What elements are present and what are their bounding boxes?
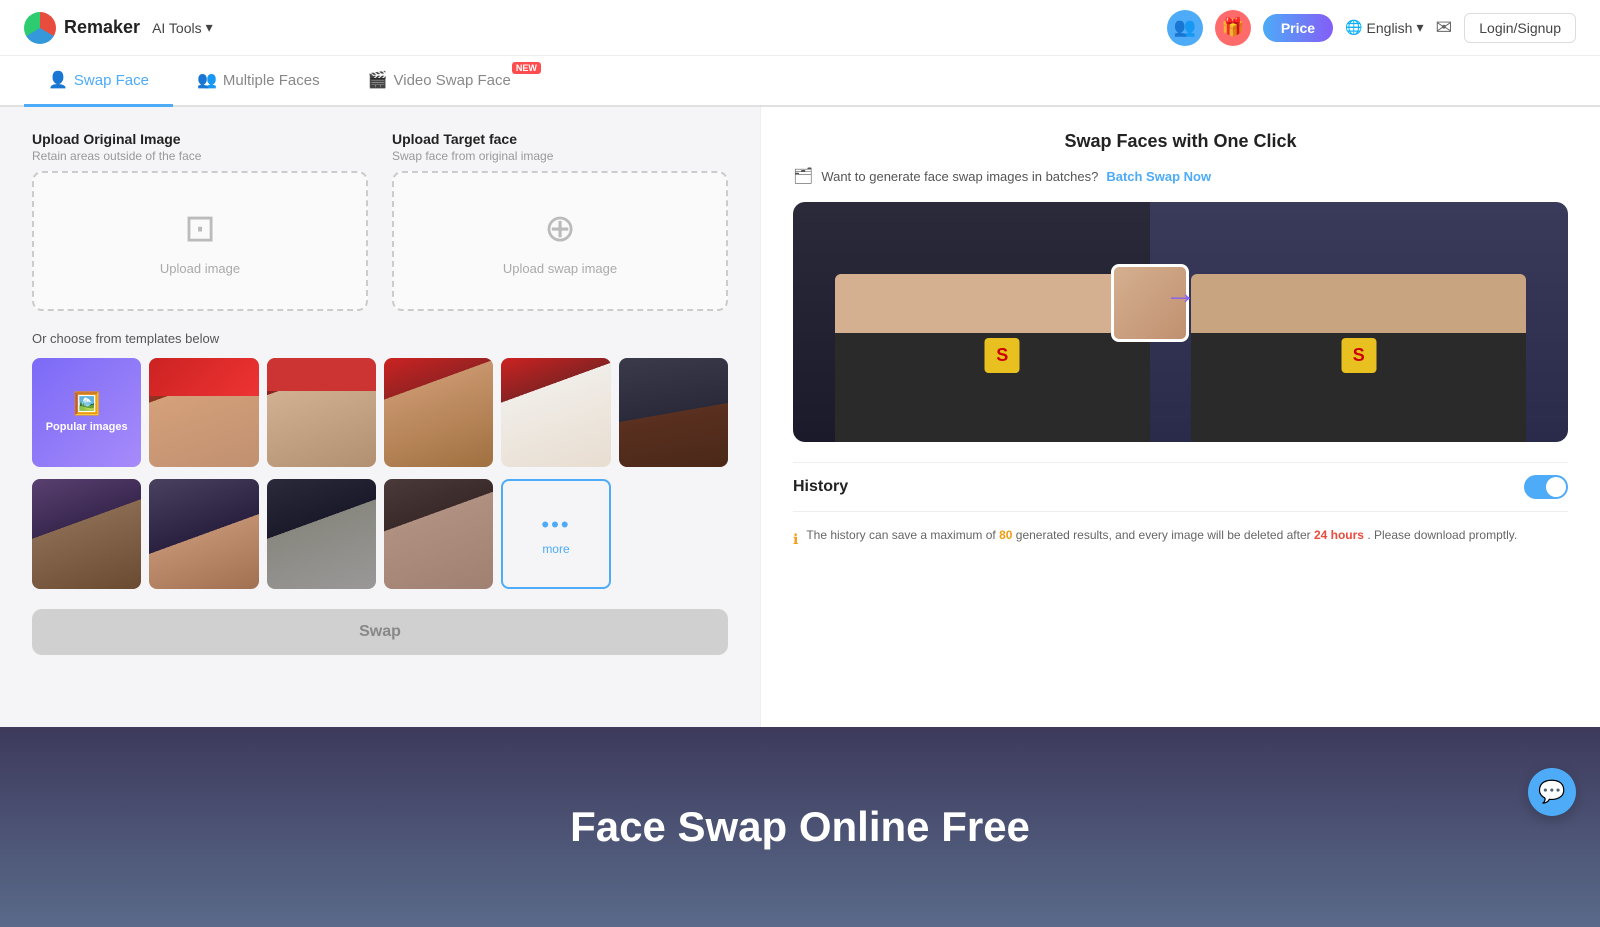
- template-item-7[interactable]: [149, 479, 258, 588]
- hat-1: [149, 358, 258, 396]
- new-badge: NEW: [512, 62, 541, 74]
- video-tab-icon: 🎬: [368, 70, 388, 90]
- gift-icon-button[interactable]: 🎁: [1215, 10, 1251, 46]
- login-button[interactable]: Login/Signup: [1464, 13, 1576, 43]
- batch-row: 🗂 Want to generate face swap images in b…: [793, 166, 1568, 186]
- upload-original-text: Upload image: [160, 261, 240, 276]
- globe-icon: 🌐: [1345, 19, 1362, 36]
- target-upload-sub: Swap face from original image: [392, 149, 728, 163]
- template-item-4[interactable]: [501, 358, 610, 467]
- original-upload-wrap: Upload Original Image Retain areas outsi…: [32, 131, 368, 311]
- swap-face-tab-label: Swap Face: [74, 72, 149, 89]
- footer-section: Face Swap Online Free: [0, 727, 1600, 927]
- original-upload-sub: Retain areas outside of the face: [32, 149, 368, 163]
- template-item-5[interactable]: [619, 358, 728, 467]
- after-superman-body: S: [1191, 274, 1526, 442]
- language-button[interactable]: 🌐 English ▾: [1345, 19, 1423, 36]
- chat-bubble-button[interactable]: 💬: [1528, 768, 1576, 816]
- hat-2: [267, 358, 376, 391]
- multiple-faces-tab-label: Multiple Faces: [223, 72, 320, 89]
- tab-multiple-faces[interactable]: 👥 Multiple Faces: [173, 56, 344, 107]
- multiple-faces-tab-icon: 👥: [197, 70, 217, 90]
- s-logo-after: S: [1341, 338, 1376, 373]
- swap-face-tab-icon: 👤: [48, 70, 68, 90]
- after-image: S: [1150, 202, 1569, 442]
- popular-icon: 🖼️: [73, 391, 100, 417]
- s-logo-before: S: [985, 338, 1020, 373]
- right-title: Swap Faces with One Click: [793, 131, 1568, 152]
- price-button[interactable]: Price: [1263, 14, 1333, 42]
- footer-title: Face Swap Online Free: [570, 803, 1030, 851]
- template-item-2[interactable]: [267, 358, 376, 467]
- tab-video-swap-face[interactable]: 🎬 Video Swap Face NEW: [344, 56, 547, 107]
- history-max: 80: [999, 528, 1012, 542]
- batch-swap-link[interactable]: Batch Swap Now: [1106, 169, 1211, 184]
- more-label: more: [542, 542, 569, 556]
- logo-text: Remaker: [64, 17, 140, 38]
- upload-target-icon: ⊕: [544, 206, 576, 251]
- right-panel: Swap Faces with One Click 🗂 Want to gene…: [760, 107, 1600, 727]
- template-item-3[interactable]: [384, 358, 493, 467]
- left-panel: Upload Original Image Retain areas outsi…: [0, 107, 760, 727]
- nav-right: 👥 🎁 Price 🌐 English ▾ ✉ Login/Signup: [1167, 10, 1576, 46]
- tabs-bar: 👤 Swap Face 👥 Multiple Faces 🎬 Video Swa…: [0, 56, 1600, 107]
- logo[interactable]: Remaker: [24, 12, 140, 44]
- upload-row: Upload Original Image Retain areas outsi…: [32, 131, 728, 311]
- history-info-pre: The history can save a maximum of: [806, 528, 995, 542]
- history-info-mid: generated results, and every image will …: [1016, 528, 1311, 542]
- logo-icon: [24, 12, 56, 44]
- chevron-down-icon: ▾: [206, 19, 213, 36]
- template-item-9[interactable]: [384, 479, 493, 588]
- template-grid: 🖼️ Popular images: [32, 358, 728, 467]
- toggle-knob: [1546, 477, 1566, 497]
- mail-button[interactable]: ✉: [1435, 15, 1452, 40]
- history-hours: 24 hours: [1314, 528, 1364, 542]
- template-item-1[interactable]: [149, 358, 258, 467]
- target-upload-label: Upload Target face: [392, 131, 728, 147]
- arrow-icon: →: [1165, 275, 1197, 312]
- nav-left: Remaker AI Tools ▾: [24, 12, 213, 44]
- template-item-6[interactable]: [32, 479, 141, 588]
- chevron-lang-icon: ▾: [1416, 19, 1423, 36]
- tab-swap-face[interactable]: 👤 Swap Face: [24, 56, 173, 107]
- template-item-8[interactable]: [267, 479, 376, 588]
- or-choose-text: Or choose from templates below: [32, 331, 728, 346]
- history-label: History: [793, 478, 848, 496]
- upload-original-icon: ⊡: [184, 206, 216, 251]
- main-layout: Upload Original Image Retain areas outsi…: [0, 107, 1600, 727]
- batch-text: Want to generate face swap images in bat…: [821, 169, 1098, 184]
- users-icon-button[interactable]: 👥: [1167, 10, 1203, 46]
- upload-target-text: Upload swap image: [503, 261, 617, 276]
- history-toggle[interactable]: [1524, 475, 1568, 499]
- history-row: History: [793, 462, 1568, 512]
- ai-tools-button[interactable]: AI Tools ▾: [152, 19, 213, 36]
- more-templates-button[interactable]: ••• more: [501, 479, 610, 588]
- info-icon: ℹ: [793, 528, 798, 550]
- demo-area: S S →: [793, 202, 1568, 442]
- video-tab-label: Video Swap Face: [394, 72, 511, 89]
- more-dots-icon: •••: [541, 512, 570, 538]
- original-upload-label: Upload Original Image: [32, 131, 368, 147]
- history-info-end: . Please download promptly.: [1367, 528, 1517, 542]
- popular-label: Popular images: [46, 421, 128, 434]
- target-upload-box[interactable]: ⊕ Upload swap image: [392, 171, 728, 311]
- stack-icon: 🗂: [793, 166, 813, 186]
- swap-button[interactable]: Swap: [32, 609, 728, 655]
- target-upload-wrap: Upload Target face Swap face from origin…: [392, 131, 728, 311]
- navbar: Remaker AI Tools ▾ 👥 🎁 Price 🌐 English ▾…: [0, 0, 1600, 56]
- template-grid-row2: ••• more: [32, 479, 728, 588]
- popular-images-item[interactable]: 🖼️ Popular images: [32, 358, 141, 467]
- lang-label: English: [1367, 20, 1413, 36]
- original-upload-box[interactable]: ⊡ Upload image: [32, 171, 368, 311]
- history-info-text: The history can save a maximum of 80 gen…: [806, 526, 1517, 545]
- history-info: ℹ The history can save a maximum of 80 g…: [793, 526, 1568, 550]
- ai-tools-label: AI Tools: [152, 20, 202, 36]
